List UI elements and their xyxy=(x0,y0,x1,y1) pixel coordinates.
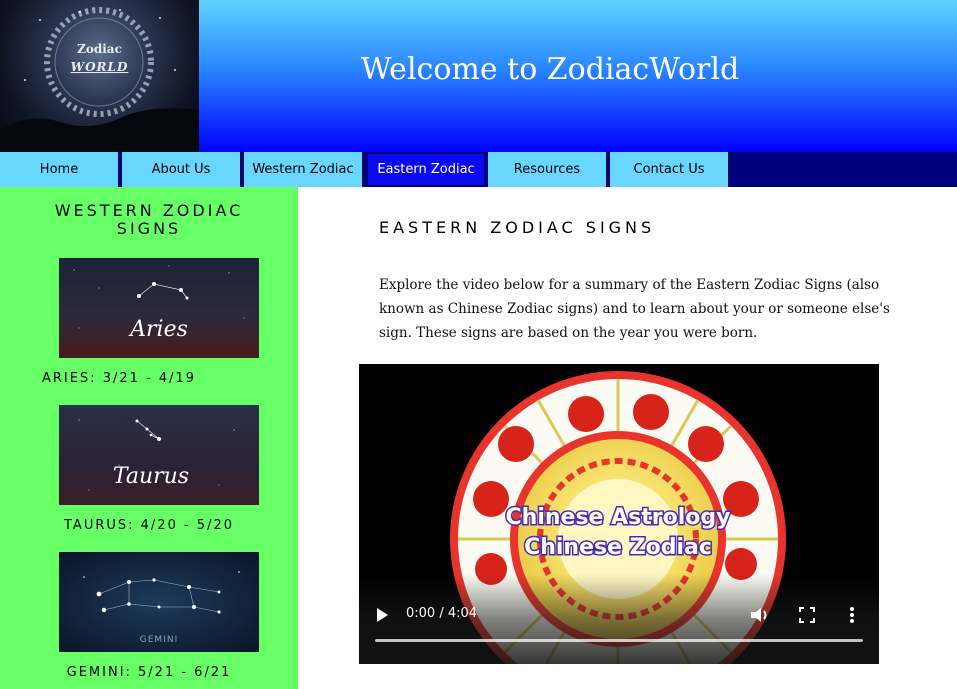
play-icon[interactable] xyxy=(377,608,388,622)
video-overlay-line2: Chinese Zodiac xyxy=(524,535,712,560)
taurus-caption: TAURUS: 4/20 - 5/20 xyxy=(64,518,234,533)
sidebar: WESTERN ZODIAC SIGNS Aries ARIES: 3/21 -… xyxy=(0,187,298,689)
gemini-image[interactable]: GEMINI xyxy=(59,552,259,652)
logo-text-world: WORLD xyxy=(70,60,129,74)
site-header: Zodiac WORLD Welcome to ZodiacWorld xyxy=(0,0,957,152)
page-title: EASTERN ZODIAC SIGNS xyxy=(379,218,656,237)
video-progress-bar[interactable] xyxy=(375,639,863,642)
logo-text-zodiac: Zodiac xyxy=(77,42,122,56)
taurus-image-text: Taurus xyxy=(113,464,189,489)
video-player[interactable]: Chinese Astrology Chinese Zodiac 0:00 / … xyxy=(359,364,879,664)
more-options-icon[interactable] xyxy=(849,606,855,624)
logo-constellation-ring xyxy=(0,7,199,152)
fullscreen-icon[interactable] xyxy=(799,607,815,623)
volume-icon[interactable] xyxy=(749,606,771,624)
nav-home[interactable]: Home xyxy=(0,152,120,187)
site-title: Welcome to ZodiacWorld xyxy=(360,52,740,87)
nav-resources[interactable]: Resources xyxy=(488,152,608,187)
nav-about-us[interactable]: About Us xyxy=(122,152,242,187)
gemini-image-text: GEMINI xyxy=(140,635,178,645)
main-nav: Home About Us Western Zodiac Eastern Zod… xyxy=(0,152,957,187)
video-overlay-line1: Chinese Astrology xyxy=(506,505,731,530)
gemini-caption: GEMINI: 5/21 - 6/21 xyxy=(66,665,232,680)
site-logo[interactable]: Zodiac WORLD xyxy=(0,0,199,152)
aries-image-text: Aries xyxy=(128,317,188,342)
nav-eastern-zodiac[interactable]: Eastern Zodiac xyxy=(366,152,486,187)
aries-caption: ARIES: 3/21 - 4/19 xyxy=(41,371,197,386)
nav-western-zodiac[interactable]: Western Zodiac xyxy=(244,152,364,187)
video-time: 0:00 / 4:04 xyxy=(406,606,478,621)
intro-paragraph: Explore the video below for a summary of… xyxy=(379,277,890,341)
sidebar-title: WESTERN ZODIAC SIGNS xyxy=(54,201,244,238)
taurus-image[interactable]: Taurus xyxy=(59,405,259,505)
aries-image[interactable]: Aries xyxy=(59,258,259,358)
nav-contact-us[interactable]: Contact Us xyxy=(610,152,730,187)
